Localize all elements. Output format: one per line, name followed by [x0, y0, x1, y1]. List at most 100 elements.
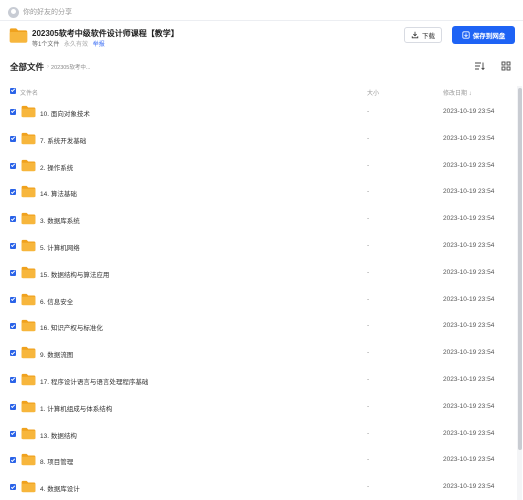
file-size: -	[367, 215, 370, 223]
row-checkbox[interactable]	[10, 269, 16, 276]
save-label: 保存到网盘	[472, 33, 506, 40]
column-name[interactable]: 文件名	[20, 88, 38, 97]
file-row[interactable]: 5. 计算机网络 - 2023-10-19 23:54	[0, 232, 516, 259]
file-date: 2023-10-19 23:54	[443, 161, 495, 169]
file-row[interactable]: 1. 计算机组成与体系结构 - 2023-10-19 23:54	[0, 393, 516, 420]
breadcrumb-root[interactable]: 全部文件	[10, 61, 44, 73]
file-name[interactable]: 16. 知识产权与标准化	[40, 322, 103, 332]
file-size: -	[367, 134, 370, 142]
file-name[interactable]: 6. 信息安全	[40, 296, 73, 306]
folder-icon	[21, 320, 36, 332]
row-checkbox[interactable]	[10, 323, 16, 330]
divider	[0, 20, 523, 21]
row-checkbox[interactable]	[10, 457, 16, 464]
row-checkbox[interactable]	[10, 189, 16, 196]
file-row[interactable]: 3. 数据库系统 - 2023-10-19 23:54	[0, 205, 516, 232]
folder-icon	[21, 213, 36, 225]
file-name[interactable]: 8. 项目管理	[40, 456, 73, 466]
file-row[interactable]: 8. 项目管理 - 2023-10-19 23:54	[0, 446, 516, 473]
breadcrumb-separator: ›	[47, 64, 50, 70]
folder-icon	[21, 427, 36, 439]
file-name[interactable]: 3. 数据库系统	[40, 215, 80, 225]
folder-icon	[21, 454, 36, 466]
file-count: 等1个文件	[32, 42, 60, 48]
file-row[interactable]: 9. 数据流图 - 2023-10-19 23:54	[0, 339, 516, 366]
select-all-checkbox[interactable]	[10, 88, 16, 94]
file-row[interactable]: 14. 算法基础 - 2023-10-19 23:54	[0, 178, 516, 205]
folder-icon	[21, 159, 36, 171]
folder-icon	[21, 373, 36, 386]
folder-icon	[21, 132, 36, 144]
row-checkbox[interactable]	[10, 242, 16, 249]
file-row[interactable]: 4. 数据库设计 - 2023-10-19 23:54	[0, 473, 516, 500]
file-row[interactable]: 6. 信息安全 - 2023-10-19 23:54	[0, 286, 516, 313]
file-size: -	[367, 375, 370, 383]
column-date[interactable]: 修改日期 ↓	[443, 88, 472, 97]
file-date: 2023-10-19 23:54	[443, 483, 495, 491]
file-row[interactable]: 10. 面向对象技术 - 2023-10-19 23:54	[0, 98, 516, 125]
file-size: -	[367, 295, 370, 303]
share-text: 你的好友的分享	[23, 9, 72, 16]
file-size: -	[367, 429, 370, 437]
file-name[interactable]: 15. 数据结构与算法应用	[40, 269, 109, 279]
file-row[interactable]: 17. 程序设计语言与语言处理程序基础 - 2023-10-19 23:54	[0, 366, 516, 393]
row-checkbox[interactable]	[10, 216, 16, 223]
file-name[interactable]: 10. 面向对象技术	[40, 108, 90, 118]
row-checkbox[interactable]	[10, 403, 16, 410]
download-button[interactable]: 下载	[404, 27, 442, 43]
expire-text: 永久有效	[64, 42, 89, 48]
share-bar: 你的好友的分享	[8, 5, 72, 19]
file-name[interactable]: 4. 数据库设计	[40, 483, 80, 493]
row-checkbox[interactable]	[10, 350, 16, 357]
file-row[interactable]: 16. 知识产权与标准化 - 2023-10-19 23:54	[0, 312, 516, 339]
file-size: -	[367, 349, 370, 357]
folder-icon	[21, 347, 36, 359]
file-size: -	[367, 456, 370, 464]
file-list: 10. 面向对象技术 - 2023-10-19 23:54 7. 系统开发基础 - 202…	[0, 98, 516, 500]
report-link[interactable]: 举报	[93, 42, 105, 48]
share-meta: 等1个文件 永久有效 举报	[32, 39, 105, 48]
file-date: 2023-10-19 23:54	[443, 375, 495, 383]
row-checkbox[interactable]	[10, 376, 16, 383]
column-size[interactable]: 大小	[367, 88, 379, 97]
file-size: -	[367, 268, 370, 276]
file-row[interactable]: 15. 数据结构与算法应用 - 2023-10-19 23:54	[0, 259, 516, 286]
file-row[interactable]: 13. 数据结构 - 2023-10-19 23:54	[0, 420, 516, 447]
sort-icon[interactable]	[474, 61, 485, 71]
file-size: -	[367, 322, 370, 330]
file-date: 2023-10-19 23:54	[443, 268, 495, 276]
folder-icon	[21, 186, 36, 198]
file-date: 2023-10-19 23:54	[443, 188, 495, 196]
file-date: 2023-10-19 23:54	[443, 429, 495, 437]
file-name[interactable]: 17. 程序设计语言与语言处理程序基础	[40, 376, 148, 386]
save-to-cloud-icon	[462, 31, 470, 39]
file-name[interactable]: 5. 计算机网络	[40, 242, 80, 252]
row-checkbox[interactable]	[10, 296, 16, 303]
row-checkbox[interactable]	[10, 162, 16, 169]
file-size: -	[367, 483, 370, 491]
file-name[interactable]: 9. 数据流图	[40, 349, 73, 359]
folder-icon	[21, 400, 36, 412]
file-name[interactable]: 1. 计算机组成与体系结构	[40, 403, 112, 413]
file-name[interactable]: 7. 系统开发基础	[40, 135, 86, 145]
file-name[interactable]: 14. 算法基础	[40, 188, 77, 198]
file-date: 2023-10-19 23:54	[443, 456, 495, 464]
file-row[interactable]: 2. 操作系统 - 2023-10-19 23:54	[0, 152, 516, 179]
share-title: 202305软考中级软件设计师课程【教学】	[32, 29, 179, 38]
grid-view-icon[interactable]	[501, 61, 511, 71]
row-checkbox[interactable]	[10, 109, 16, 115]
row-checkbox[interactable]	[10, 430, 16, 437]
file-date: 2023-10-19 23:54	[443, 108, 495, 115]
breadcrumb: 全部文件 › 202305软考中...	[10, 61, 90, 73]
save-to-cloud-button[interactable]: 保存到网盘	[452, 26, 515, 44]
row-checkbox[interactable]	[10, 484, 16, 491]
download-label: 下载	[422, 33, 435, 40]
row-checkbox[interactable]	[10, 135, 16, 142]
file-name[interactable]: 2. 操作系统	[40, 162, 73, 172]
file-name[interactable]: 13. 数据结构	[40, 430, 77, 440]
file-date: 2023-10-19 23:54	[443, 215, 495, 223]
scrollbar-thumb[interactable]	[518, 88, 522, 450]
column-header: 文件名 大小 修改日期 ↓	[0, 86, 516, 98]
file-row[interactable]: 7. 系统开发基础 - 2023-10-19 23:54	[0, 125, 516, 152]
folder-icon	[21, 105, 36, 118]
